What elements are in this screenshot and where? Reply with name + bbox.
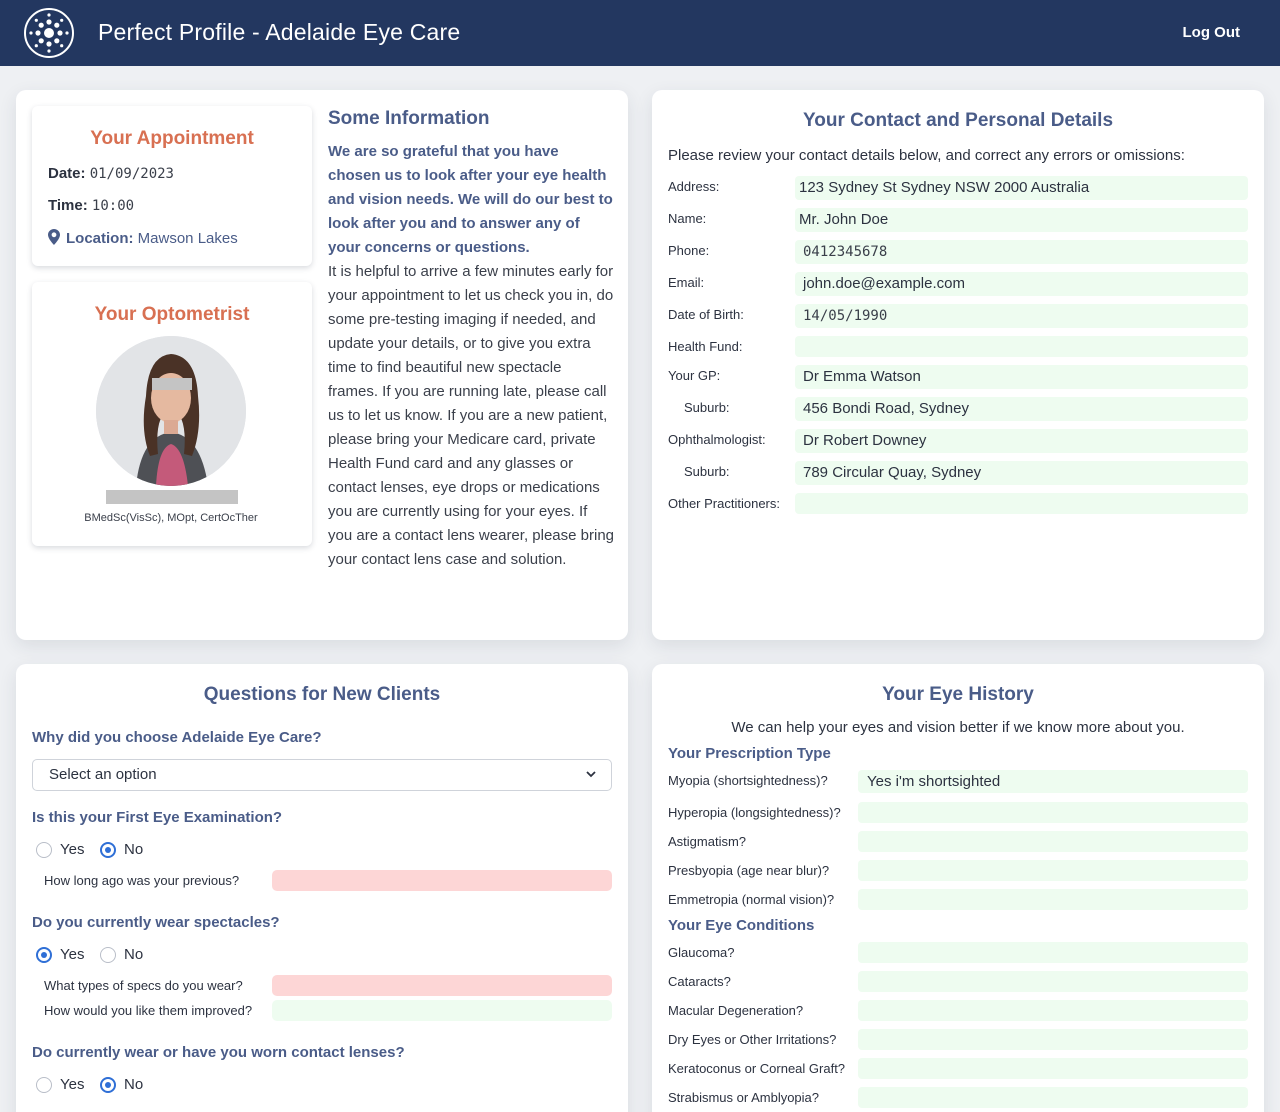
appointment-card: Your Appointment Date: 01/09/2023 Time: … [16, 90, 628, 640]
information-section: Some Information We are so grateful that… [328, 108, 614, 572]
gp-field[interactable]: Dr Emma Watson [795, 365, 1248, 389]
ophthalmologist-label: Ophthalmologist: [668, 432, 766, 447]
name-label: Name: [668, 211, 707, 226]
address-field[interactable]: 123 Sydney St Sydney NSW 2000 Australia [795, 176, 1248, 200]
conditions-title: Your Eye Conditions [668, 917, 815, 934]
appointment-date: Date: 01/09/2023 [48, 165, 174, 182]
first-exam-no-radio[interactable] [100, 842, 116, 858]
health-fund-label: Health Fund: [668, 339, 743, 354]
macular-field[interactable] [858, 1000, 1248, 1021]
gp-suburb-field[interactable]: 456 Bondi Road, Sydney [795, 397, 1248, 421]
specs-type-field[interactable] [272, 975, 612, 996]
email-field[interactable]: john.doe@example.com [795, 272, 1248, 296]
ophthalmologist-suburb-label: Suburb: [684, 464, 730, 479]
myopia-field[interactable]: Yes i'm shortsighted [858, 770, 1248, 793]
location-pin-icon [48, 229, 60, 245]
contact-card: Your Contact and Personal Details Please… [652, 90, 1264, 640]
hyperopia-field[interactable] [858, 802, 1248, 823]
appointment-location: Location: Mawson Lakes [48, 229, 238, 247]
strabismus-field[interactable] [858, 1087, 1248, 1108]
myopia-label: Myopia (shortsightedness)? [668, 773, 828, 788]
eye-history-title: Your Eye History [882, 684, 1034, 705]
name-field[interactable]: Mr. John Doe [795, 208, 1248, 232]
appointment-title: Your Appointment [90, 128, 254, 149]
astigmatism-label: Astigmatism? [668, 834, 747, 849]
ophthalmologist-field[interactable]: Dr Robert Downey [795, 429, 1248, 453]
phone-field[interactable]: 0412345678 [795, 240, 1248, 264]
dry-eyes-field[interactable] [858, 1029, 1248, 1050]
previous-exam-field[interactable] [272, 870, 612, 891]
contact-title: Your Contact and Personal Details [802, 110, 1114, 131]
gp-suburb-label: Suburb: [684, 400, 730, 415]
eye-history-card: Your Eye History We can help your eyes a… [652, 664, 1264, 1112]
cataracts-label: Cataracts? [668, 974, 731, 989]
appointment-time: Time: 10:00 [48, 197, 135, 214]
emmetropia-field[interactable] [858, 889, 1248, 910]
q3-label: Do you currently wear spectacles? [32, 914, 280, 931]
gp-label: Your GP: [668, 368, 721, 383]
hyperopia-label: Hyperopia (longsightedness)? [668, 805, 841, 820]
specs-type-label: What types of specs do you wear? [44, 978, 243, 993]
information-title: Some Information [328, 108, 490, 129]
eye-history-intro: We can help your eyes and vision better … [731, 719, 1185, 736]
address-label: Address: [668, 179, 720, 194]
first-exam-yes-label: Yes [60, 841, 85, 858]
first-exam-yes-radio[interactable] [36, 842, 52, 858]
first-exam-no-label: No [124, 841, 144, 858]
information-intro: We are so grateful that you have chosen … [328, 143, 613, 256]
q2-label: Is this your First Eye Examination? [32, 809, 283, 826]
optometrist-name-redacted [106, 490, 238, 504]
logout-button[interactable]: Log Out [1183, 24, 1240, 41]
dob-field[interactable]: 14/05/1990 [795, 304, 1248, 328]
glaucoma-field[interactable] [858, 942, 1248, 963]
ophthalmologist-suburb-field[interactable]: 789 Circular Quay, Sydney [795, 461, 1248, 485]
contacts-no-radio[interactable] [100, 1077, 116, 1093]
glaucoma-label: Glaucoma? [668, 945, 735, 960]
optometrist-title: Your Optometrist [94, 304, 250, 325]
other-practitioners-label: Other Practitioners: [668, 496, 780, 511]
reason-select[interactable]: Select an option [32, 759, 612, 791]
spectacles-no-label: No [124, 946, 144, 963]
questions-card: Questions for New Clients Why did you ch… [16, 664, 628, 1112]
q4-label: Do currently wear or have you worn conta… [32, 1044, 405, 1061]
optometrist-box: Your Optometrist BMedSc(VisSc), MOpt, Ce… [32, 282, 312, 546]
spectacles-yes-radio[interactable] [36, 947, 52, 963]
information-body: It is helpful to arrive a few minutes ea… [328, 263, 615, 568]
email-label: Email: [668, 275, 705, 290]
specs-improve-label: How would you like them improved? [44, 1003, 253, 1018]
strabismus-label: Strabismus or Amblyopia? [668, 1090, 820, 1105]
health-fund-field[interactable] [795, 336, 1248, 357]
presbyopia-field[interactable] [858, 860, 1248, 881]
top-bar: Perfect Profile - Adelaide Eye Care Log … [0, 0, 1280, 66]
contacts-yes-label: Yes [60, 1076, 85, 1093]
contacts-yes-radio[interactable] [36, 1077, 52, 1093]
questions-title: Questions for New Clients [203, 684, 441, 705]
chevron-down-icon [586, 771, 596, 778]
dob-label: Date of Birth: [668, 307, 744, 322]
contacts-no-label: No [124, 1076, 144, 1093]
spectacles-no-radio[interactable] [100, 947, 116, 963]
astigmatism-field[interactable] [858, 831, 1248, 852]
optometrist-photo [96, 336, 246, 486]
presbyopia-label: Presbyopia (age near blur)? [668, 863, 830, 878]
appointment-box: Your Appointment Date: 01/09/2023 Time: … [32, 106, 312, 266]
prescription-title: Your Prescription Type [668, 745, 831, 762]
contact-intro: Please review your contact details below… [668, 147, 1185, 164]
macular-label: Macular Degeneration? [668, 1003, 804, 1018]
previous-exam-label: How long ago was your previous? [44, 873, 240, 888]
logo-icon [24, 8, 74, 58]
q1-label: Why did you choose Adelaide Eye Care? [32, 729, 322, 746]
other-practitioners-field[interactable] [795, 493, 1248, 514]
keratoconus-label: Keratoconus or Corneal Graft? [668, 1061, 846, 1076]
phone-label: Phone: [668, 243, 710, 258]
spectacles-yes-label: Yes [60, 946, 85, 963]
dry-eyes-label: Dry Eyes or Other Irritations? [668, 1032, 837, 1047]
optometrist-qualifications: BMedSc(VisSc), MOpt, CertOcTher [84, 512, 258, 524]
specs-improve-field[interactable] [272, 1000, 612, 1021]
emmetropia-label: Emmetropia (normal vision)? [668, 892, 835, 907]
app-title: Perfect Profile - Adelaide Eye Care [98, 19, 461, 45]
cataracts-field[interactable] [858, 971, 1248, 992]
keratoconus-field[interactable] [858, 1058, 1248, 1079]
